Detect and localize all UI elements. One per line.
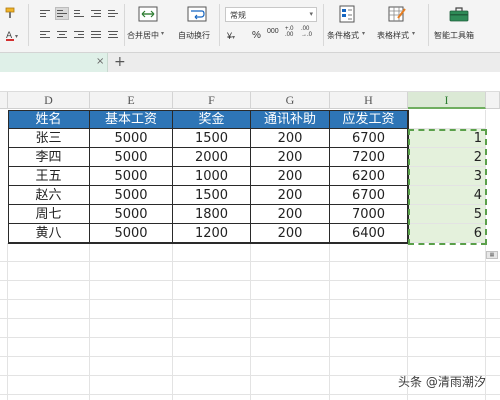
table-cell[interactable]: 1500: [173, 186, 251, 205]
table-cell[interactable]: 5000: [90, 148, 173, 167]
svg-text:▾: ▾: [15, 33, 18, 40]
merge-center-button[interactable]: 合并居中: [127, 30, 159, 41]
table-cell[interactable]: 5000: [90, 129, 173, 148]
table-cell[interactable]: 6700: [330, 129, 408, 148]
percent-format-button[interactable]: %: [252, 30, 261, 41]
table-cell[interactable]: 1800: [173, 205, 251, 224]
align-bottom-icon[interactable]: [72, 7, 86, 20]
empty-cell[interactable]: [408, 110, 486, 129]
table-cell[interactable]: 李四: [8, 148, 90, 167]
column-header-f[interactable]: F: [173, 92, 251, 109]
watermark: 头条 @清雨潮汐: [398, 375, 486, 389]
wrap-text-button[interactable]: 自动换行: [178, 30, 210, 41]
table-cell[interactable]: 200: [251, 148, 330, 167]
table-style-icon[interactable]: [388, 5, 406, 27]
outdent-icon[interactable]: [106, 7, 120, 20]
ribbon-toolbar: A ▾ 合并居中 ▾ 自动换行 常规 ▾ ¥▾ % 000 +.0.00 .00 →…: [0, 0, 500, 52]
table-style-dropdown-icon[interactable]: ▾: [412, 30, 415, 37]
grid-line: [250, 243, 251, 400]
table-header-cell[interactable]: 应发工资: [330, 110, 408, 129]
table-cell[interactable]: 赵六: [8, 186, 90, 205]
table-cell[interactable]: 黄八: [8, 224, 90, 243]
table-cell[interactable]: 6700: [330, 186, 408, 205]
align-middle-icon[interactable]: [55, 7, 69, 20]
table-cell[interactable]: 周七: [8, 205, 90, 224]
align-center-icon[interactable]: [55, 28, 69, 41]
distributed-align-icon[interactable]: [106, 28, 120, 41]
wrap-text-icon[interactable]: [187, 6, 207, 26]
table-cell[interactable]: 5000: [90, 224, 173, 243]
column-header-e[interactable]: E: [90, 92, 173, 109]
column-header-h[interactable]: H: [330, 92, 408, 109]
grid-line: [7, 243, 8, 400]
auto-fill-options-icon[interactable]: ▦: [486, 251, 498, 259]
table-cell[interactable]: 6400: [330, 224, 408, 243]
font-color-icon[interactable]: A ▾: [4, 28, 22, 42]
toolbox-icon[interactable]: [449, 6, 469, 26]
grid-line: [329, 243, 330, 400]
decrease-decimal-icon[interactable]: .00 →.0: [301, 26, 312, 38]
table-header-cell[interactable]: 基本工资: [90, 110, 173, 129]
table-cell[interactable]: 200: [251, 205, 330, 224]
merge-center-icon[interactable]: [138, 6, 158, 26]
format-painter-icon[interactable]: [4, 6, 18, 20]
number-format-value: 常规: [230, 11, 246, 20]
table-cell[interactable]: 200: [251, 186, 330, 205]
table-cell[interactable]: 200: [251, 224, 330, 243]
align-right-icon[interactable]: [72, 28, 86, 41]
table-cell[interactable]: 6200: [330, 167, 408, 186]
align-top-icon[interactable]: [38, 7, 52, 20]
column-header-i[interactable]: I: [408, 92, 486, 109]
sequence-number-cell[interactable]: 5: [408, 205, 486, 224]
table-cell[interactable]: 张三: [8, 129, 90, 148]
smart-toolbox-button[interactable]: 智能工具箱: [434, 30, 474, 41]
table-header-cell[interactable]: 姓名: [8, 110, 90, 129]
comma-style-icon[interactable]: 000: [267, 28, 279, 35]
table-cell[interactable]: 200: [251, 129, 330, 148]
align-left-icon[interactable]: [38, 28, 52, 41]
conditional-dropdown-icon[interactable]: ▾: [362, 30, 365, 37]
column-header-stub: [0, 92, 8, 109]
close-icon[interactable]: ×: [96, 56, 104, 67]
number-format-select[interactable]: 常规 ▾: [225, 7, 317, 22]
formula-area: [0, 72, 500, 92]
currency-format-button[interactable]: ¥▾: [227, 31, 235, 41]
table-header-cell[interactable]: 通讯补助: [251, 110, 330, 129]
sequence-number-cell[interactable]: 6: [408, 224, 486, 243]
sequence-number-cell[interactable]: 4: [408, 186, 486, 205]
table-header-cell[interactable]: 奖金: [173, 110, 251, 129]
document-tab-bar: × +: [0, 52, 500, 72]
table-cell[interactable]: 1000: [173, 167, 251, 186]
column-header-next: [486, 92, 500, 109]
table-cell[interactable]: 王五: [8, 167, 90, 186]
table-cell[interactable]: 5000: [90, 186, 173, 205]
justify-icon[interactable]: [89, 28, 103, 41]
table-cell[interactable]: 200: [251, 167, 330, 186]
merge-dropdown-icon[interactable]: ▾: [161, 30, 164, 37]
grid-line: [89, 243, 90, 400]
conditional-format-icon[interactable]: [338, 5, 356, 27]
table-cell[interactable]: 1200: [173, 224, 251, 243]
grid-line: [172, 243, 173, 400]
table-cell[interactable]: 7000: [330, 205, 408, 224]
sequence-number-cell[interactable]: 2: [408, 148, 486, 167]
indent-icon[interactable]: [89, 7, 103, 20]
column-header-g[interactable]: G: [251, 92, 330, 109]
column-header-d[interactable]: D: [8, 92, 90, 109]
sequence-number-cell[interactable]: 1: [408, 129, 486, 148]
chevron-down-icon: ▾: [309, 11, 313, 18]
spreadsheet-grid[interactable]: D E F G H I 姓名 基本工资 奖金 通讯补助 应发工资 张三 5000 1500 20…: [0, 92, 500, 400]
table-cell[interactable]: 5000: [90, 167, 173, 186]
new-tab-icon[interactable]: +: [114, 54, 126, 70]
increase-decimal-icon[interactable]: +.0.00: [285, 26, 294, 38]
table-cell[interactable]: 1500: [173, 129, 251, 148]
table-cell[interactable]: 7200: [330, 148, 408, 167]
sequence-number-cell[interactable]: 3: [408, 167, 486, 186]
document-tab[interactable]: ×: [0, 53, 108, 72]
table-cell[interactable]: 5000: [90, 205, 173, 224]
table-style-button[interactable]: 表格样式: [377, 30, 409, 41]
conditional-format-button[interactable]: 条件格式: [327, 30, 359, 41]
table-cell[interactable]: 2000: [173, 148, 251, 167]
